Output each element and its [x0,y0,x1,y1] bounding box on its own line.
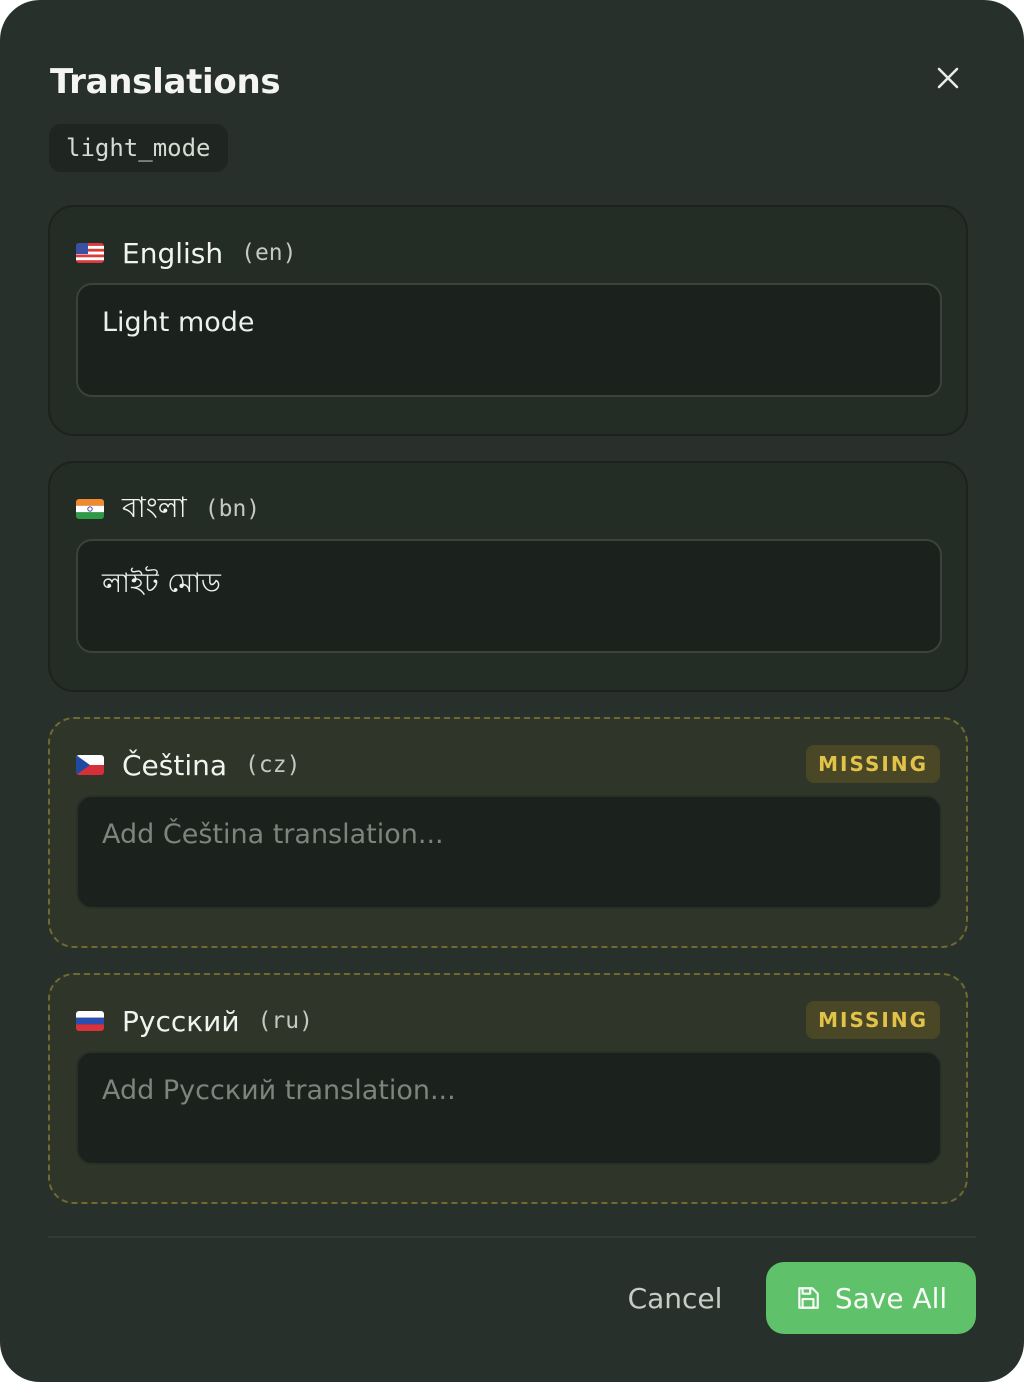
language-header: Русский (ru) MISSING [76,1001,940,1041]
language-card-cz: Čeština (cz) MISSING Add Čeština transla… [48,717,968,948]
footer-divider [48,1236,976,1238]
language-name: English [122,236,224,270]
save-all-button[interactable]: Save All [766,1262,976,1334]
missing-badge: MISSING [806,745,940,783]
language-name: বাংলা [122,490,187,524]
translation-field-en[interactable]: Light mode [76,283,942,397]
translation-field-cz[interactable]: Add Čeština translation... [76,795,942,909]
language-code: (cz) [245,752,301,778]
language-code: (ru) [257,1008,313,1034]
language-card-ru: Русский (ru) MISSING Add Русский transla… [48,973,968,1204]
translation-field-bn[interactable]: লাইট মোড [76,539,942,653]
flag-in-icon [76,499,104,519]
dialog-title: Translations [50,62,281,102]
cancel-button[interactable]: Cancel [610,1270,740,1326]
save-icon [798,1287,819,1309]
save-all-label: Save All [834,1281,948,1315]
language-header: Čeština (cz) MISSING [76,745,940,785]
language-name: Русский [122,1004,240,1038]
flag-ru-icon [76,1011,104,1031]
language-card-en: English (en) Light mode [48,205,968,436]
language-header: বাংলা (bn) [76,489,940,529]
close-button[interactable] [926,56,970,100]
language-code: (en) [241,240,297,266]
language-card-bn: বাংলা (bn) লাইট মোড [48,461,968,692]
language-code: (bn) [204,496,261,522]
close-icon [937,67,959,89]
translations-dialog: Translations light_mode English (en) Lig… [0,0,1024,1382]
missing-badge: MISSING [806,1001,940,1039]
translation-field-ru[interactable]: Add Русский translation... [76,1051,942,1165]
language-name: Čeština [122,748,228,782]
translation-key-chip: light_mode [49,124,228,172]
flag-cz-icon [76,755,104,775]
flag-us-icon [76,243,104,263]
language-header: English (en) [76,233,940,273]
